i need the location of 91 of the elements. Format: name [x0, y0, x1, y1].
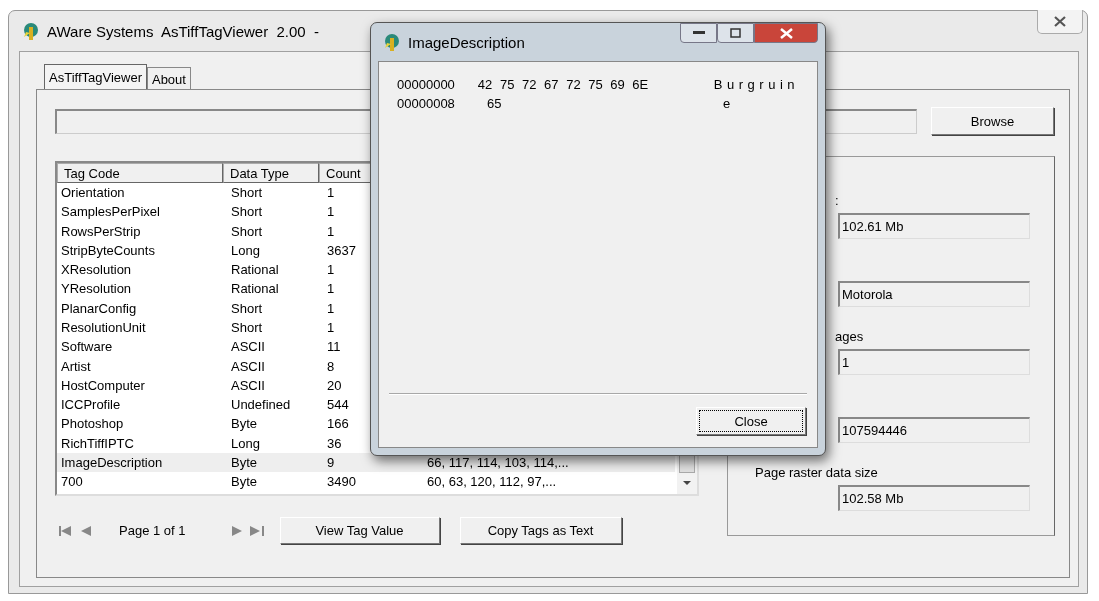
app-icon — [382, 32, 402, 52]
tag-code-cell-text: Software — [60, 339, 114, 355]
data-type-cell-text: Rational — [230, 262, 280, 278]
info-field: 102.61 Mb — [838, 213, 1030, 239]
close-icon — [779, 27, 793, 39]
field-label: ages — [834, 329, 865, 346]
hex-offset: 00000008 — [397, 96, 456, 113]
count-cell-text: 36 — [326, 435, 343, 451]
tag-code-cell-text: HostComputer — [60, 377, 146, 393]
maximize-button[interactable] — [717, 23, 754, 43]
hex-offset: 00000000 — [397, 77, 456, 94]
column-header[interactable]: Tag Code — [57, 163, 223, 183]
browse-button[interactable]: Browse — [931, 107, 1054, 135]
minimize-icon — [692, 31, 705, 35]
count-cell-text: 3490 — [326, 474, 357, 490]
data-type-cell-text: ASCII — [230, 358, 266, 374]
hex-bytes: 42 75 72 67 72 75 69 6E — [477, 77, 650, 94]
dialog-title: ImageDescription — [408, 33, 525, 51]
count-cell-text: 1 — [326, 320, 336, 335]
info-field: 102.58 Mb — [838, 485, 1030, 511]
tag-code-cell-text: ICCProfile — [60, 397, 122, 413]
data-type-cell-text: Long — [230, 242, 261, 258]
count-cell-text: 11 — [326, 339, 342, 355]
tag-code-cell-text: RowsPerStrip — [60, 223, 142, 239]
close-button[interactable] — [1037, 10, 1083, 34]
action-button[interactable]: View Tag Value — [279, 517, 440, 544]
info-field: 1 — [838, 349, 1030, 375]
data-type-cell-text: Byte — [230, 416, 258, 432]
close-button[interactable] — [754, 23, 818, 43]
tag-code-cell-text: 700 — [60, 474, 84, 490]
field-label: Page raster data size — [754, 465, 879, 482]
data-type-cell-text: Short — [230, 223, 264, 239]
data-type-cell-text: ASCII — [230, 339, 266, 355]
last-page-icon[interactable] — [249, 525, 264, 536]
hex-text: e — [723, 96, 735, 113]
value-cell-text: 66, 117, 114, 103, 114,... — [426, 454, 569, 470]
window-title: AWare Systems AsTiffTagViewer 2.00 - — [47, 22, 320, 40]
count-cell-text: 20 — [326, 377, 343, 393]
tag-code-cell-text: Artist — [60, 358, 92, 374]
count-cell-text: 1 — [326, 185, 336, 201]
value-cell-text: 60, 63, 120, 112, 97,... — [426, 474, 557, 490]
tag-code-cell-text: Photoshop — [60, 416, 125, 432]
data-type-cell-text: Short — [230, 185, 264, 201]
tab[interactable]: AsTiffTagViewer — [44, 64, 147, 90]
count-cell-text: 166 — [326, 416, 350, 432]
next-page-icon[interactable] — [231, 525, 242, 536]
app-icon — [21, 21, 41, 41]
count-cell-text: 3637 — [326, 242, 357, 258]
tag-row[interactable]: 700 Byte 3490 60, 63, 120, 112, 97,... — [57, 472, 675, 492]
tag-code-cell-text: SamplesPerPixel — [60, 204, 161, 220]
data-type-cell-text: ASCII — [230, 377, 266, 393]
tag-code-cell-text: XResolution — [60, 262, 133, 278]
tag-code-cell-text: StripByteCounts — [60, 242, 156, 258]
tag-code-cell-text: PlanarConfig — [60, 300, 138, 316]
first-page-icon[interactable] — [59, 525, 73, 536]
count-cell-text: 544 — [326, 397, 350, 413]
count-cell-text: 1 — [326, 204, 336, 220]
data-type-cell-text: Short — [230, 300, 264, 316]
data-type-cell-text: Byte — [230, 454, 258, 470]
tag-code-cell-text: RichTiffIPTC — [60, 435, 135, 451]
count-cell-text: 1 — [326, 281, 336, 297]
data-type-cell-text: Short — [230, 204, 264, 220]
hex-bytes: 65 — [487, 96, 503, 113]
tag-code-cell-text: ResolutionUnit — [60, 320, 147, 335]
count-cell-text: 8 — [326, 358, 336, 374]
maximize-icon — [730, 28, 741, 38]
field-label: : — [834, 193, 840, 210]
info-field: 107594446 — [838, 417, 1030, 443]
minimize-button[interactable] — [680, 23, 717, 43]
column-header[interactable]: Data Type — [223, 163, 319, 183]
action-button[interactable]: Copy Tags as Text — [459, 517, 622, 544]
tag-row[interactable]: ImageDescription Byte 9 66, 117, 114, 103, 114,... — [57, 452, 675, 472]
hex-text: Burgruin — [713, 77, 799, 94]
info-field: Motorola — [838, 281, 1030, 307]
count-cell-text: 1 — [326, 300, 336, 316]
scroll-down-icon[interactable] — [683, 481, 691, 486]
data-type-cell-text: Short — [230, 320, 264, 335]
data-type-cell-text: Long — [230, 435, 261, 451]
previous-page-icon[interactable] — [81, 525, 91, 536]
count-cell-text: 1 — [326, 262, 336, 278]
tag-code-cell-text: YResolution — [60, 281, 133, 297]
data-type-cell-text: Rational — [230, 281, 280, 297]
data-type-cell-text: Byte — [230, 474, 258, 490]
page-indicator: Page 1 of 1 — [119, 523, 186, 538]
count-cell-text: 9 — [326, 454, 336, 470]
tag-code-cell-text: Orientation — [60, 185, 126, 201]
count-cell-text: 1 — [326, 223, 336, 239]
close-icon — [1054, 16, 1066, 27]
tag-code-cell-text: ImageDescription — [60, 454, 164, 470]
close-button[interactable]: Close — [696, 407, 806, 435]
data-type-cell-text: Undefined — [230, 397, 292, 413]
